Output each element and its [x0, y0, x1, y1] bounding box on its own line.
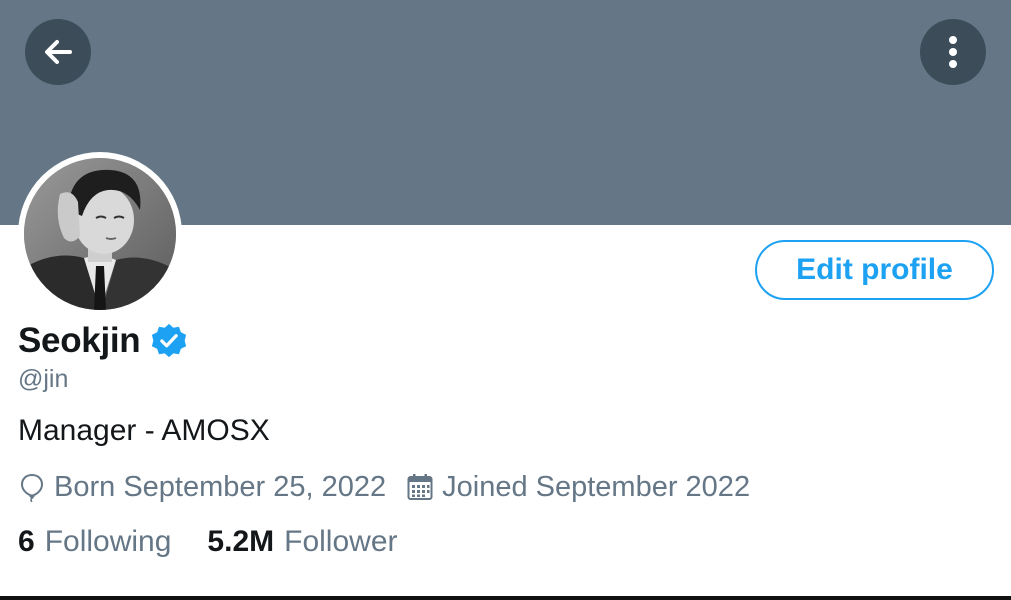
profile-meta: Born September 25, 2022 Joined September…: [18, 468, 750, 506]
display-name: Seokjin: [18, 321, 141, 360]
balloon-icon: [20, 473, 44, 502]
followers-count: 5.2M: [207, 525, 275, 558]
more-options-button[interactable]: [920, 19, 986, 85]
following-label: Following: [44, 525, 172, 558]
divider: [0, 596, 1011, 600]
avatar[interactable]: [18, 152, 182, 316]
vertical-dots-icon: [949, 36, 957, 68]
following-link[interactable]: 6 Following: [18, 525, 171, 559]
followers-label: Follower: [284, 525, 398, 558]
edit-profile-button[interactable]: Edit profile: [755, 240, 994, 300]
birthday-text: Born September 25, 2022: [54, 470, 387, 503]
avatar-photo: [24, 158, 176, 310]
calendar-icon: [407, 474, 433, 500]
arrow-left-icon: [45, 40, 72, 64]
joined-text: Joined September 2022: [442, 470, 751, 503]
back-button[interactable]: [25, 19, 91, 85]
birthday-info: Born September 25, 2022: [18, 471, 386, 504]
name-row: Seokjin: [18, 320, 188, 362]
following-count: 6: [18, 525, 35, 558]
verified-badge-icon: [152, 323, 187, 358]
joined-info: Joined September 2022: [406, 471, 750, 504]
followers-link[interactable]: 5.2M Follower: [207, 525, 397, 559]
profile-bio: Manager - AMOSX: [18, 414, 270, 447]
profile-screen: Edit profile Seokjin @jin Manager - AMOS…: [0, 0, 1011, 600]
follow-stats: 6 Following 5.2M Follower: [18, 522, 398, 562]
user-handle: @jin: [18, 365, 69, 393]
